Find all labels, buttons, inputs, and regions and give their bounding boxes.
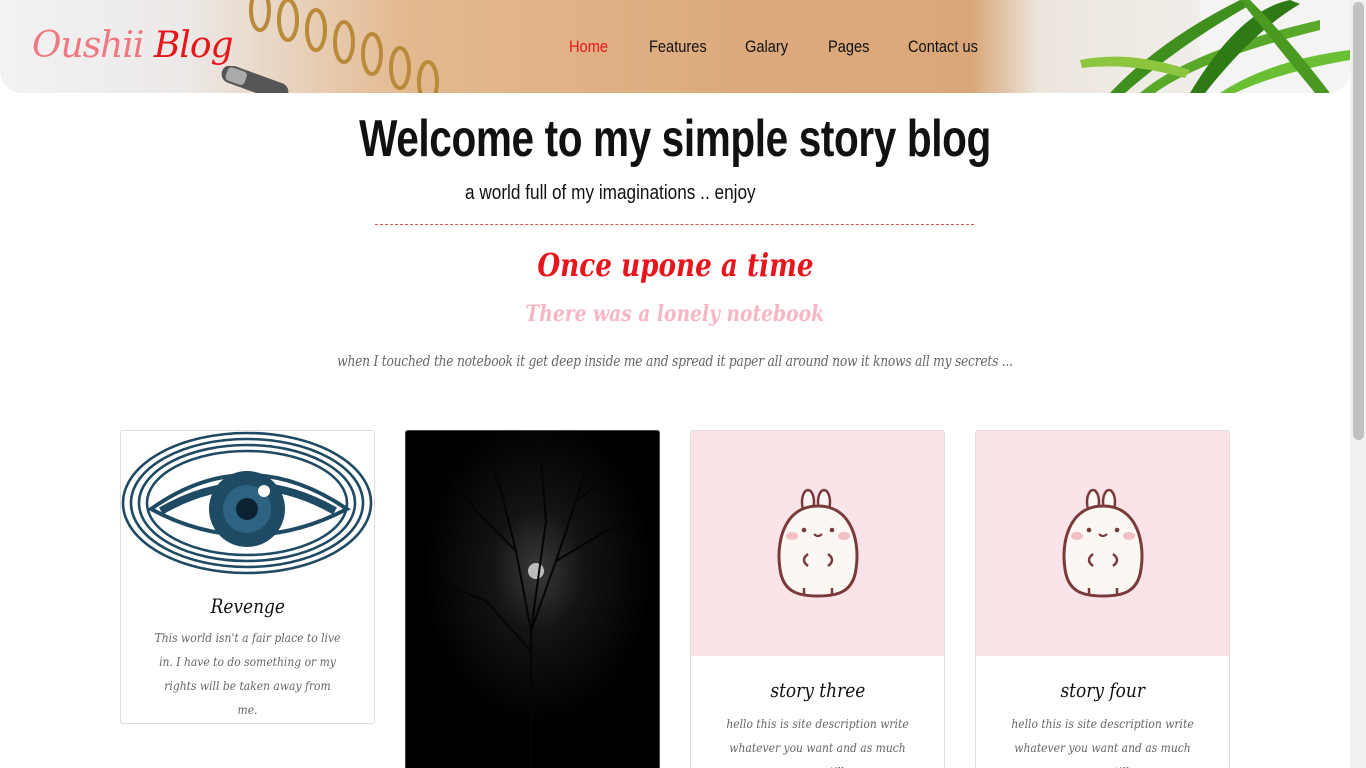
pen-icon bbox=[221, 66, 289, 93]
bunny-icon bbox=[1062, 488, 1143, 598]
page-subtitle-text: a world full of my imaginations .. enjoy bbox=[465, 182, 756, 204]
eye-icon bbox=[121, 431, 373, 575]
section-divider bbox=[375, 224, 974, 225]
card-description-text: hello this is site description write wha… bbox=[726, 716, 909, 768]
scrollbar-thumb[interactable] bbox=[1353, 2, 1364, 440]
card-image bbox=[976, 431, 1229, 656]
card-title-text: story three bbox=[770, 678, 865, 702]
story-heading-text: Once upone a time bbox=[536, 246, 814, 284]
nav-item-pages[interactable]: Pages bbox=[828, 37, 897, 57]
nav-item-galary[interactable]: Galary bbox=[745, 37, 816, 57]
story-card-dark-forest[interactable] bbox=[405, 430, 660, 768]
card-title[interactable]: story three bbox=[691, 676, 944, 704]
card-description: hello this is site description write wha… bbox=[691, 712, 944, 768]
story-card-three[interactable]: story three hello this is site descripti… bbox=[690, 430, 945, 768]
card-description-text: This world isn't a fair place to live in… bbox=[154, 630, 341, 717]
page-title-text: Welcome to my simple story blog bbox=[359, 110, 991, 168]
site-logo[interactable]: Oushii Blog bbox=[32, 24, 234, 68]
nav-item-home[interactable]: Home bbox=[569, 37, 638, 57]
main-nav: Home Features Galary Pages Contact us bbox=[569, 37, 998, 57]
bunny-icon bbox=[777, 488, 858, 598]
plant-icon bbox=[1080, 0, 1350, 93]
page-title: Welcome to my simple story blog bbox=[0, 108, 1350, 170]
story-subheading: There was a lonely notebook bbox=[0, 298, 1350, 330]
page-subtitle: a world full of my imaginations .. enjoy bbox=[465, 180, 803, 206]
story-subheading-text: There was a lonely notebook bbox=[525, 301, 825, 327]
page-scrollbar[interactable] bbox=[1350, 0, 1366, 768]
story-card-revenge[interactable]: Revenge This world isn't a fair place to… bbox=[120, 430, 375, 724]
card-title[interactable]: Revenge bbox=[121, 592, 374, 620]
card-title-text: story four bbox=[1060, 678, 1145, 702]
card-title[interactable]: story four bbox=[976, 676, 1229, 704]
story-card-four[interactable]: story four hello this is site descriptio… bbox=[975, 430, 1230, 768]
story-intro-span: when I touched the notebook it get deep … bbox=[337, 352, 1013, 370]
story-heading: Once upone a time bbox=[0, 244, 1350, 286]
dark-forest-image bbox=[406, 431, 659, 768]
card-description: hello this is site description write wha… bbox=[976, 712, 1229, 768]
nav-item-features[interactable]: Features bbox=[649, 37, 732, 57]
story-intro-text: when I touched the notebook it get deep … bbox=[0, 350, 1350, 372]
card-description: This world isn't a fair place to live in… bbox=[121, 626, 374, 722]
card-image bbox=[121, 431, 374, 576]
card-description-text: hello this is site description write wha… bbox=[1011, 716, 1194, 768]
nav-item-contact[interactable]: Contact us bbox=[908, 37, 985, 57]
logo-text-secondary: Blog bbox=[153, 25, 234, 66]
logo-text-primary: Oushii bbox=[32, 25, 144, 66]
card-image bbox=[691, 431, 944, 656]
header-banner: Oushii Blog Home Features Galary Pages C… bbox=[0, 0, 1350, 93]
card-title-text: Revenge bbox=[210, 594, 285, 618]
